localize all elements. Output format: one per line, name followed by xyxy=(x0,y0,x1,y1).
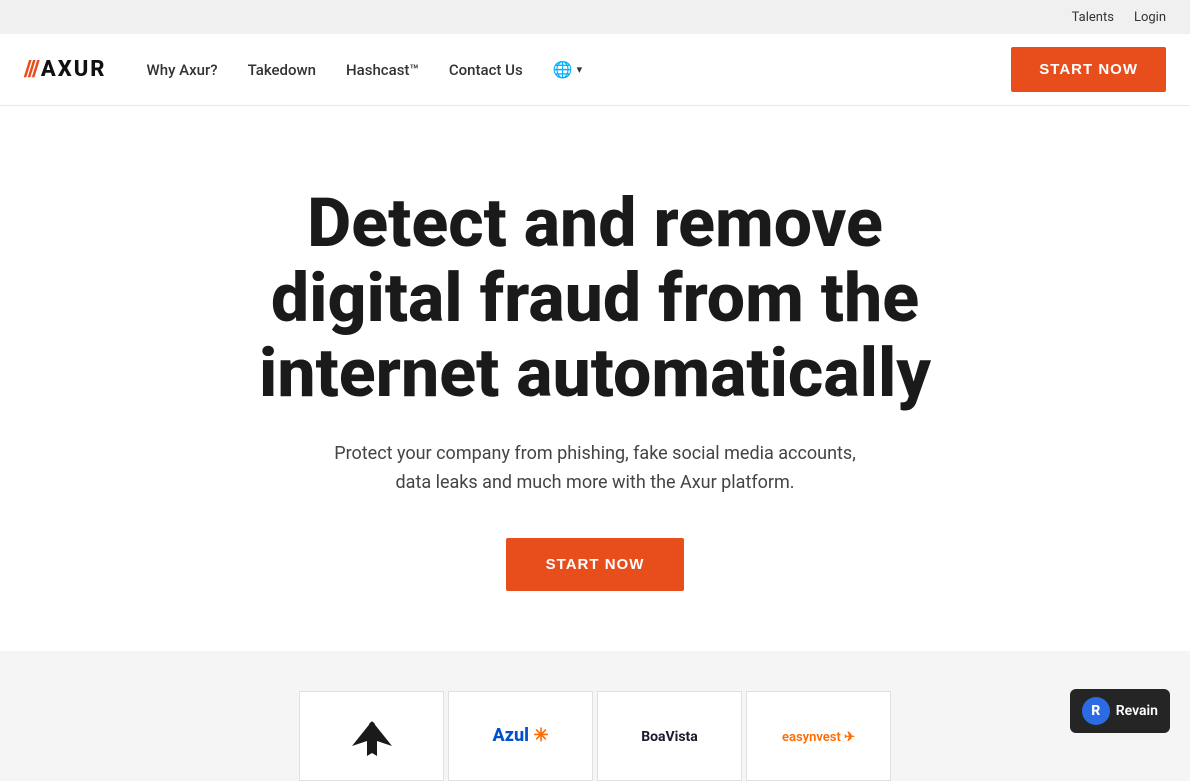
nav-item-hashcast[interactable]: Hashcast™ xyxy=(346,61,419,79)
logo-text: AXUR xyxy=(41,57,107,82)
hero-section: Detect and remove digital fraud from the… xyxy=(0,106,1190,651)
hero-subtitle: Protect your company from phishing, fake… xyxy=(315,440,875,498)
revain-badge: R Revain xyxy=(1070,689,1170,733)
nav-item-takedown[interactable]: Takedown xyxy=(248,61,316,79)
revain-label: Revain xyxy=(1116,703,1158,719)
azul-brand-logo: Azul ✳ xyxy=(492,725,548,746)
talents-link[interactable]: Talents xyxy=(1072,10,1114,25)
logo[interactable]: /// AXUR xyxy=(24,57,107,82)
top-bar: Talents Login xyxy=(0,0,1190,34)
hero-start-now-button[interactable]: START NOW xyxy=(506,538,685,591)
trusted-logos-section: Azul ✳ BoaVista easynvest ✈ xyxy=(0,651,1190,781)
easynvest-brand-logo: easynvest ✈ xyxy=(782,726,855,745)
hero-title: Detect and remove digital fraud from the… xyxy=(235,186,955,410)
brand-logo-1 xyxy=(342,711,402,761)
nav-start-now-button[interactable]: START NOW xyxy=(1011,47,1166,92)
login-link[interactable]: Login xyxy=(1134,10,1166,25)
logo-card-1 xyxy=(299,691,444,781)
navbar: /// AXUR Why Axur? Takedown Hashcast™ Co… xyxy=(0,34,1190,106)
nav-item-contact-us[interactable]: Contact Us xyxy=(449,61,523,79)
logo-card-easynvest: easynvest ✈ xyxy=(746,691,891,781)
logo-slashes: /// xyxy=(24,57,39,82)
chevron-down-icon: ▾ xyxy=(577,63,583,76)
logo-card-azul: Azul ✳ xyxy=(448,691,593,781)
globe-icon: 🌐 xyxy=(553,60,573,79)
language-selector[interactable]: 🌐 ▾ xyxy=(553,60,582,79)
revain-icon: R xyxy=(1082,697,1110,725)
nav-links: Why Axur? Takedown Hashcast™ Contact Us … xyxy=(147,60,1012,79)
nav-item-why-axur[interactable]: Why Axur? xyxy=(147,61,218,79)
logo-card-boavista: BoaVista xyxy=(597,691,742,781)
boavista-brand-logo: BoaVista xyxy=(641,726,698,745)
brand-1-svg xyxy=(342,711,402,761)
